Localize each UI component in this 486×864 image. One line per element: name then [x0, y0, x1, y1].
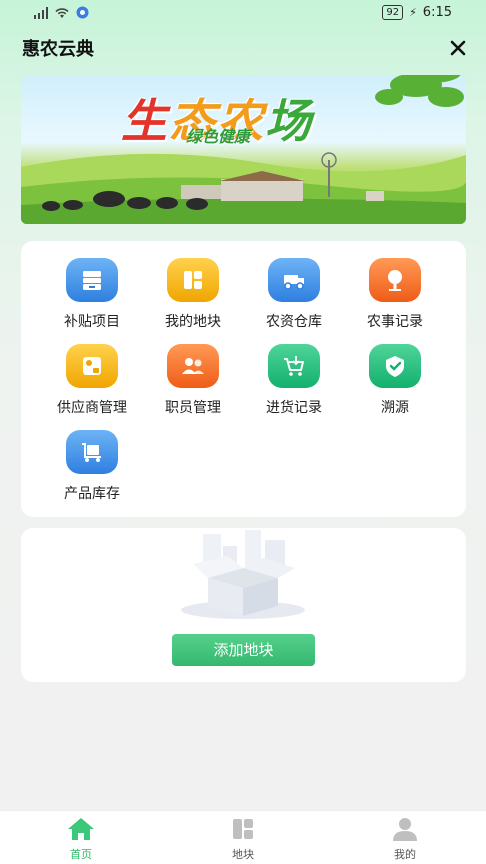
plots-icon [233, 819, 253, 839]
cart-icon [268, 344, 320, 388]
supplier-icon [66, 344, 118, 388]
bottom-nav: 首页 地块 我的 [0, 810, 486, 864]
add-plot-button[interactable]: 添加地块 [172, 634, 315, 666]
clock: 6:15 [422, 5, 452, 20]
signal-icon [34, 6, 48, 19]
menu-item-product-inventory[interactable]: 产品库存 [42, 430, 142, 503]
tree-icon [369, 258, 421, 302]
page-title: 惠农云典 [22, 39, 94, 60]
land-plots-icon [167, 258, 219, 302]
function-grid: 补贴项目 我的地块 农资仓库 农事记录 供应商管理 职员管理 进货记录 溯源 产… [21, 241, 466, 517]
menu-item-my-plots[interactable]: 我的地块 [143, 258, 243, 331]
menu-item-farm-records[interactable]: 农事记录 [345, 258, 445, 331]
menu-item-supplier-management[interactable]: 供应商管理 [42, 344, 142, 417]
banner-subtitle: 绿色健康 [186, 127, 251, 146]
app-header: 惠农云典 [0, 28, 486, 68]
status-bar: 92 ⚡ 6:15 [0, 0, 486, 28]
staff-icon [167, 344, 219, 388]
nav-plots[interactable]: 地块 [203, 815, 283, 862]
archive-icon [66, 258, 118, 302]
close-icon[interactable] [450, 32, 466, 62]
home-icon [68, 818, 94, 840]
tractor-icon [268, 258, 320, 302]
menu-item-traceability[interactable]: 溯源 [345, 344, 445, 417]
shield-check-icon [369, 344, 421, 388]
plots-empty-card: 添加地块 [21, 528, 466, 682]
wifi-icon [55, 7, 69, 18]
charging-icon: ⚡ [409, 6, 417, 19]
banner[interactable]: 生态农场 绿色健康 [21, 75, 466, 224]
delivery-cart-icon [66, 430, 118, 474]
menu-item-subsidy[interactable]: 补贴项目 [42, 258, 142, 331]
empty-box-icon [181, 530, 305, 619]
menu-item-supplies-warehouse[interactable]: 农资仓库 [244, 258, 344, 331]
battery-indicator: 92 [382, 5, 404, 20]
nav-profile[interactable]: 我的 [365, 815, 445, 862]
app-notification-icon [76, 6, 89, 19]
menu-item-purchase-records[interactable]: 进货记录 [244, 344, 344, 417]
nav-home[interactable]: 首页 [41, 815, 121, 862]
user-icon [393, 818, 417, 841]
menu-item-staff-management[interactable]: 职员管理 [143, 344, 243, 417]
